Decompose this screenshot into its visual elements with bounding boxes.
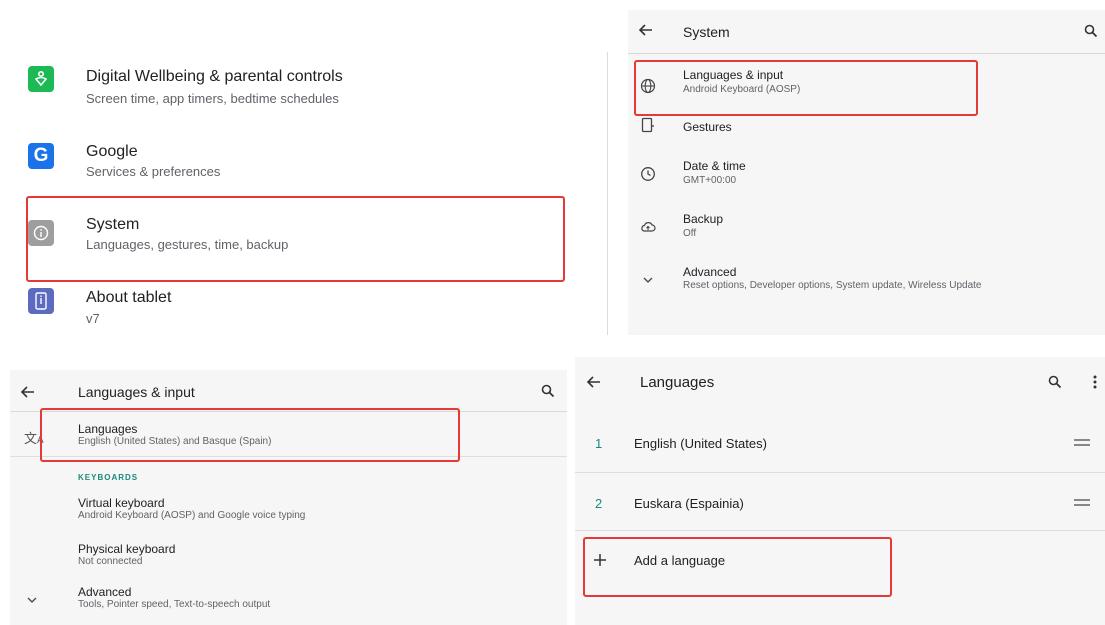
google-icon: G	[28, 143, 54, 169]
chevron-down-icon	[643, 277, 653, 283]
language-number: 2	[595, 496, 603, 511]
advanced-title: Advanced	[78, 585, 132, 599]
info-icon	[28, 220, 54, 246]
languages-item-title: Languages	[78, 422, 138, 436]
languages-input-panel: Languages & input 文A Languages English (…	[10, 370, 567, 625]
plus-icon	[594, 554, 606, 566]
settings-item-subtitle: Services & preferences	[86, 164, 221, 179]
advanced-item[interactable]: Advanced Tools, Pointer speed, Text-to-s…	[10, 580, 567, 620]
panel-divider	[607, 52, 608, 335]
back-arrow-icon[interactable]	[584, 372, 604, 392]
physical-keyboard-subtitle: Not connected	[78, 556, 143, 567]
system-item-subtitle: Off	[683, 228, 697, 239]
divider	[575, 530, 1105, 531]
page-title: Languages & input	[78, 384, 195, 400]
clock-icon	[641, 167, 655, 181]
system-item-advanced[interactable]: Advanced Reset options, Developer option…	[628, 260, 1105, 300]
page-title: System	[683, 24, 730, 40]
system-item-gestures[interactable]: Gestures	[628, 114, 1105, 144]
settings-item-title: About tablet	[86, 289, 172, 306]
app-bar: System	[628, 10, 1105, 54]
settings-item-subtitle: Screen time, app timers, bedtime schedul…	[86, 91, 339, 106]
more-options-icon[interactable]	[1092, 374, 1098, 390]
globe-icon	[640, 78, 656, 94]
settings-item-subtitle: Languages, gestures, time, backup	[86, 237, 289, 252]
chevron-down-icon	[27, 597, 37, 603]
app-bar: Languages	[575, 357, 1105, 410]
settings-item-system[interactable]: System Languages, gestures, time, backup	[0, 212, 600, 272]
language-row[interactable]: 2 Euskara (Espainia)	[575, 474, 1105, 532]
system-item-title: Date & time	[683, 159, 746, 173]
system-item-subtitle: Reset options, Developer options, System…	[683, 280, 982, 291]
add-language-label: Add a language	[634, 553, 726, 568]
languages-panel: Languages 1 English (United States) 2 Eu…	[575, 357, 1105, 625]
virtual-keyboard-item[interactable]: Virtual keyboard Android Keyboard (AOSP)…	[10, 490, 567, 526]
settings-item-digital-wellbeing[interactable]: Digital Wellbeing & parental controls Sc…	[0, 62, 600, 122]
settings-item-about-tablet[interactable]: About tablet v7	[0, 284, 600, 340]
advanced-subtitle: Tools, Pointer speed, Text-to-speech out…	[78, 599, 271, 610]
system-item-subtitle: GMT+00:00	[683, 175, 737, 186]
language-name: Euskara (Espainia)	[634, 496, 744, 511]
drag-handle-icon[interactable]	[1074, 499, 1090, 507]
system-item-title: Languages & input	[683, 68, 784, 82]
system-item-date-time[interactable]: Date & time GMT+00:00	[628, 156, 1105, 196]
app-bar: Languages & input	[10, 370, 567, 412]
tablet-icon	[28, 288, 54, 314]
gestures-icon	[641, 117, 654, 133]
language-number: 1	[595, 436, 603, 451]
physical-keyboard-item[interactable]: Physical keyboard Not connected	[10, 536, 567, 572]
back-arrow-icon[interactable]	[636, 20, 656, 40]
languages-item[interactable]: 文A Languages English (United States) and…	[10, 416, 567, 456]
system-item-title: Backup	[683, 212, 724, 226]
system-item-title: Advanced	[683, 265, 737, 279]
back-arrow-icon[interactable]	[18, 382, 38, 402]
translate-icon: 文A	[24, 431, 44, 446]
physical-keyboard-title: Physical keyboard	[78, 542, 176, 556]
settings-item-title: Digital Wellbeing & parental controls	[86, 68, 343, 85]
divider	[575, 472, 1105, 473]
keyboards-section-header: KEYBOARDS	[78, 473, 139, 482]
settings-list-panel: Digital Wellbeing & parental controls Sc…	[0, 0, 600, 340]
search-icon[interactable]	[1084, 24, 1098, 38]
settings-item-google[interactable]: G Google Services & preferences	[0, 138, 600, 198]
search-icon[interactable]	[541, 384, 555, 398]
divider	[10, 456, 567, 457]
language-row[interactable]: 1 English (United States)	[575, 414, 1105, 472]
search-icon[interactable]	[1048, 375, 1062, 389]
wellbeing-icon	[28, 66, 54, 92]
system-item-subtitle: Android Keyboard (AOSP)	[683, 84, 801, 95]
languages-item-subtitle: English (United States) and Basque (Spai…	[78, 436, 272, 447]
settings-item-title: System	[86, 216, 140, 233]
system-screen-panel: System Languages & input Android Keyboar…	[628, 10, 1105, 335]
virtual-keyboard-subtitle: Android Keyboard (AOSP) and Google voice…	[78, 510, 306, 521]
system-item-backup[interactable]: Backup Off	[628, 208, 1105, 248]
page-title: Languages	[640, 374, 715, 391]
system-item-languages-input[interactable]: Languages & input Android Keyboard (AOSP…	[628, 64, 1105, 110]
settings-item-subtitle: v7	[86, 311, 100, 326]
language-name: English (United States)	[634, 436, 767, 451]
virtual-keyboard-title: Virtual keyboard	[78, 496, 165, 510]
settings-item-title: Google	[86, 143, 138, 160]
add-language-button[interactable]: Add a language	[575, 533, 1105, 591]
drag-handle-icon[interactable]	[1074, 439, 1090, 447]
cloud-upload-icon	[641, 222, 656, 232]
system-item-title: Gestures	[683, 120, 732, 134]
